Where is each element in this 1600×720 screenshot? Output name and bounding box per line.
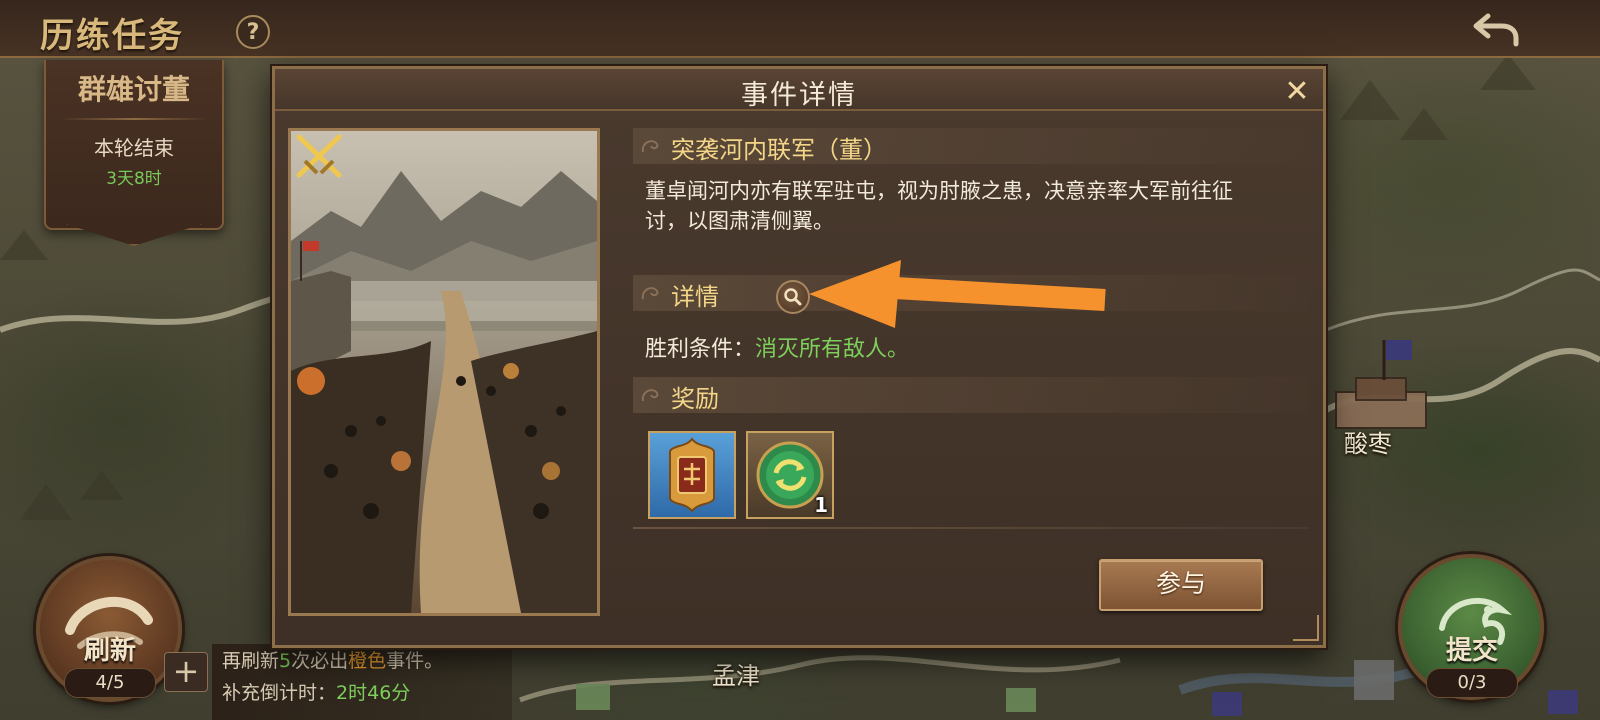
details-title: 详情 <box>671 283 719 311</box>
map-label-suanzao[interactable]: 酸枣 <box>1344 424 1392 459</box>
close-button[interactable]: ✕ <box>1281 77 1313 109</box>
refresh-label: 刷新 <box>83 636 136 666</box>
victory-label: 胜利条件： <box>645 337 756 362</box>
event-title: 突袭河内联军（董） <box>671 136 887 164</box>
campaign-title: 群雄讨董 <box>77 73 190 106</box>
reward-item[interactable] <box>648 431 736 519</box>
time-remaining: 3天8时 <box>106 169 162 189</box>
submit-count: 0/3 <box>1426 668 1518 698</box>
hint-number: 5 <box>279 650 292 672</box>
event-artwork <box>288 128 600 616</box>
page-title: 历练任务 <box>40 16 184 56</box>
round-status: 本轮结束 <box>94 136 174 160</box>
countdown-line: 补充倒计时：2时46分 <box>222 678 410 705</box>
hint-orange-text: 橙色 <box>348 650 387 672</box>
corner-ornament <box>1293 615 1319 641</box>
map-label-mengjin[interactable]: 孟津 <box>712 656 760 691</box>
reward-count: 1 <box>814 493 828 517</box>
event-title-bar: 突袭河内联军（董） <box>633 128 1309 164</box>
dong-token-icon <box>669 437 715 513</box>
add-refresh-button[interactable]: + <box>164 652 208 692</box>
back-arrow-icon <box>1473 13 1519 47</box>
hint-prefix: 再刷新 <box>222 650 280 672</box>
banner-divider <box>60 118 208 120</box>
modal-header: 事件详情 ✕ <box>275 69 1323 111</box>
hint-middle: 次必出 <box>291 650 349 672</box>
countdown-value: 2时46分 <box>336 682 411 704</box>
countdown-label: 补充倒计时： <box>222 682 337 704</box>
modal-title: 事件详情 <box>741 80 857 111</box>
victory-value: 消灭所有敌人。 <box>755 337 910 362</box>
refresh-hint-line: 再刷新5次必出橙色事件。 <box>222 646 443 673</box>
refresh-count: 4/5 <box>64 668 156 698</box>
cloud-swirl-icon <box>641 140 659 153</box>
rewards-bar: 奖励 <box>633 377 1309 413</box>
reward-item[interactable]: 1 <box>746 431 834 519</box>
event-details-modal: 事件详情 ✕ 突袭河内联军（董） 董卓闻河内亦有联军驻屯，视为肘腋之患，决意亲率… <box>272 66 1326 648</box>
annotation-arrow-icon <box>809 260 1106 328</box>
crossed-swords-icon <box>296 134 342 178</box>
cloud-swirl-icon <box>641 389 659 402</box>
cloud-swirl-icon <box>641 287 659 300</box>
submit-label: 提交 <box>1445 636 1498 666</box>
help-button[interactable]: ? <box>236 15 270 49</box>
top-bar: 历练任务 ? <box>0 0 1600 58</box>
join-button[interactable]: 参与 <box>1099 559 1263 611</box>
refresh-hint-panel: 再刷新5次必出橙色事件。 补充倒计时：2时46分 <box>212 644 512 720</box>
back-button[interactable] <box>1468 8 1524 52</box>
event-description: 董卓闻河内亦有联军驻屯，视为肘腋之患，决意亲率大军前往征讨，以图肃清侧翼。 <box>645 179 1233 233</box>
campaign-banner: 群雄讨董 本轮结束 3天8时 <box>44 60 224 230</box>
rewards-title: 奖励 <box>671 385 719 413</box>
rewards-divider <box>633 527 1309 529</box>
magnifier-icon <box>784 288 802 306</box>
hint-suffix: 事件。 <box>386 650 444 672</box>
